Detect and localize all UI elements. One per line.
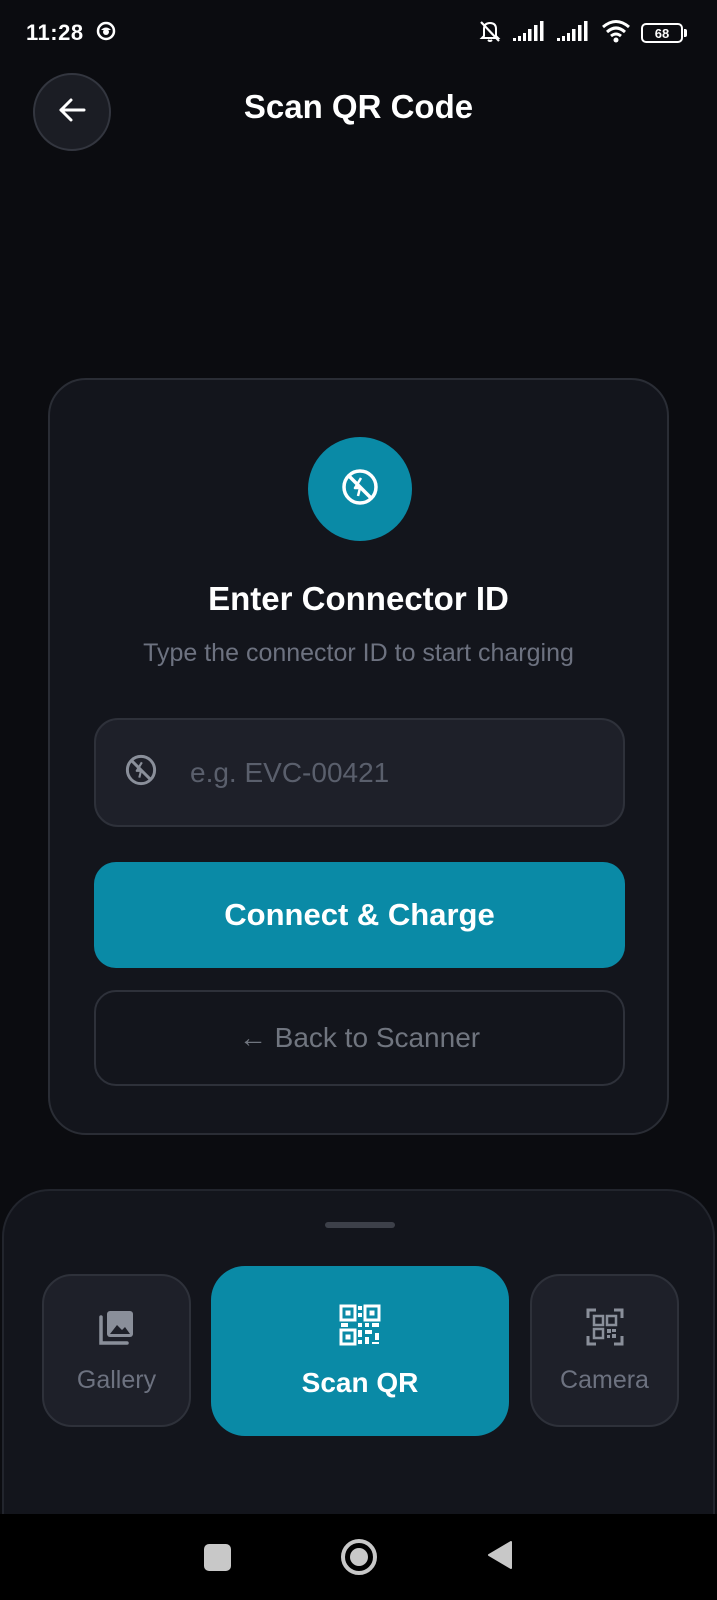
home-dot	[350, 1548, 368, 1566]
system-nav-bar	[0, 1514, 717, 1600]
home-icon[interactable]	[341, 1539, 377, 1575]
connect-charge-button[interactable]: Connect & Charge	[94, 862, 625, 968]
signal-icon	[557, 20, 591, 47]
card-subtitle: Type the connector ID to start charging	[143, 639, 574, 667]
drag-handle[interactable]	[325, 1222, 395, 1228]
no-charging-icon	[124, 753, 158, 792]
tab-label: Scan QR	[301, 1366, 419, 1398]
connector-id-card: Enter Connector ID Type the connector ID…	[48, 378, 669, 1135]
back-triangle-icon[interactable]	[487, 1540, 513, 1575]
battery-level: 68	[641, 23, 683, 43]
status-bar: 11:28 68	[0, 0, 717, 66]
tab-gallery[interactable]: Gallery	[42, 1274, 191, 1427]
status-left: 11:28	[26, 20, 116, 46]
tab-label: Gallery	[76, 1365, 157, 1394]
mute-icon	[477, 18, 503, 49]
signal-icon	[513, 20, 547, 47]
tab-camera[interactable]: Camera	[530, 1274, 679, 1427]
no-charging-icon	[340, 467, 380, 512]
connector-id-input[interactable]	[190, 756, 610, 789]
wifi-icon	[601, 19, 631, 48]
gallery-icon	[97, 1307, 137, 1352]
back-to-scanner-button[interactable]: ← Back to Scanner	[94, 990, 625, 1086]
card-title: Enter Connector ID	[208, 580, 509, 617]
status-time: 11:28	[26, 20, 84, 45]
tab-scan-qr[interactable]: Scan QR	[211, 1266, 509, 1436]
bottom-sheet: Gallery Scan QR Camera	[2, 1189, 715, 1519]
page-title: Scan QR Code	[243, 88, 474, 125]
connector-id-field[interactable]	[94, 718, 625, 827]
card-icon-badge	[308, 437, 412, 541]
battery-tip	[684, 29, 687, 37]
recents-icon[interactable]	[204, 1543, 231, 1571]
battery-icon: 68	[641, 23, 687, 43]
status-right: 68	[477, 18, 687, 49]
tab-label: Camera	[560, 1365, 649, 1394]
notification-icon	[96, 21, 116, 46]
qr-scan-icon	[585, 1307, 625, 1352]
qr-code-icon	[339, 1304, 381, 1351]
